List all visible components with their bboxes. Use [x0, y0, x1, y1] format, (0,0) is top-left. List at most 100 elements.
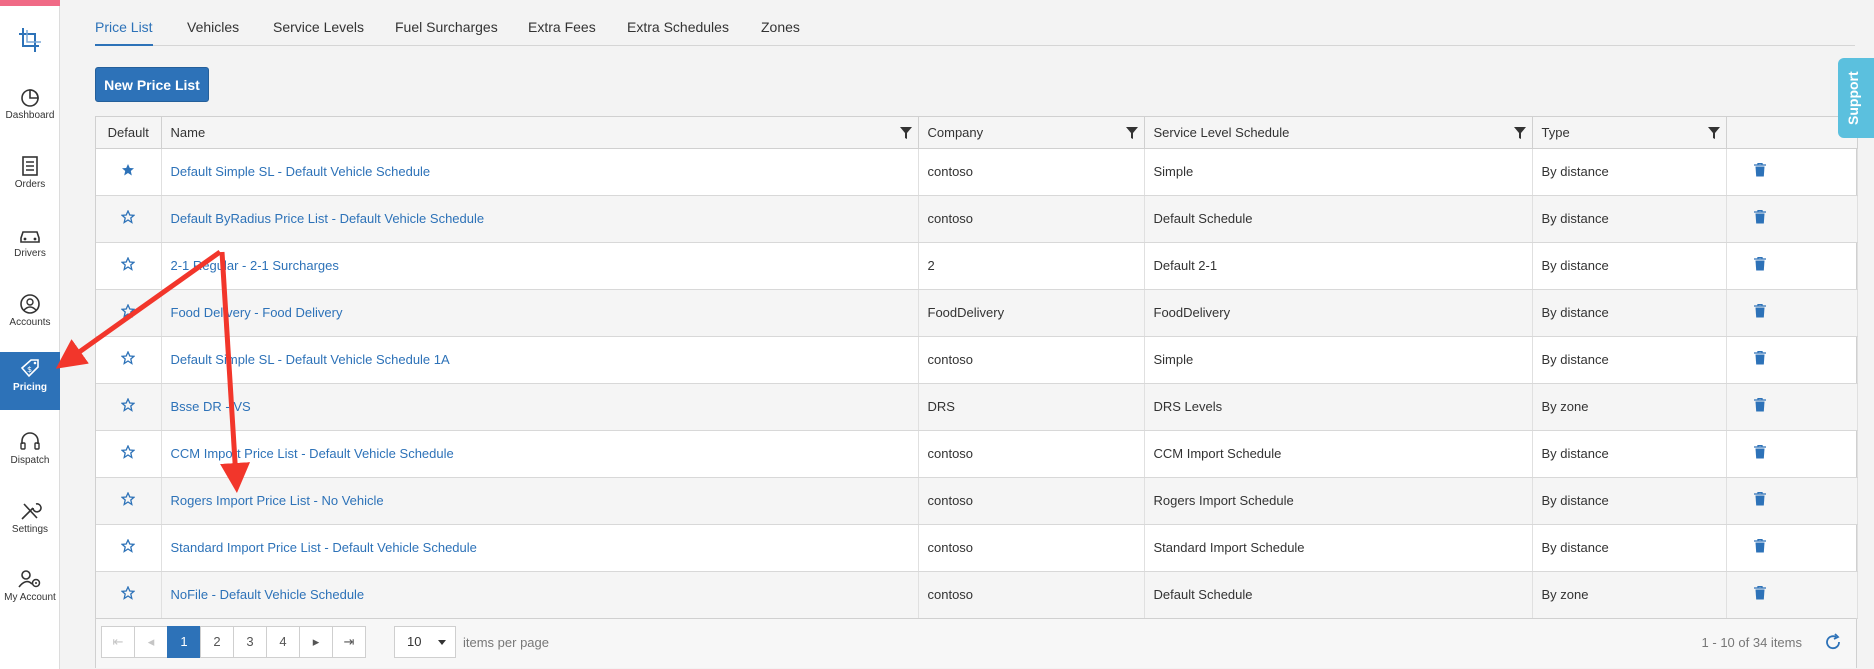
last-page-button[interactable]: ⇥	[332, 626, 366, 658]
cell-service-level-schedule: Standard Import Schedule	[1144, 524, 1533, 572]
cell-default	[96, 195, 162, 243]
trash-icon[interactable]	[1753, 539, 1766, 553]
nav-my-account[interactable]: My Account	[0, 562, 60, 620]
refresh-icon[interactable]	[1824, 633, 1842, 651]
prev-page-button[interactable]: ◂	[134, 626, 168, 658]
price-list-link[interactable]: Rogers Import Price List - No Vehicle	[171, 493, 384, 508]
sidebar-top-accent	[0, 0, 60, 6]
column-header-default[interactable]: Default	[96, 117, 162, 149]
table-row: Rogers Import Price List - No Vehicle con…	[96, 477, 1858, 525]
filter-icon[interactable]	[1707, 127, 1720, 139]
table-row: Bsse DR - VS DRS DRS Levels By zone	[96, 383, 1858, 431]
tab-extra-fees[interactable]: Extra Fees	[528, 19, 596, 35]
page-button-1[interactable]: 1	[167, 626, 201, 658]
filter-icon[interactable]	[1125, 127, 1138, 139]
tab-extra-schedules[interactable]: Extra Schedules	[627, 19, 729, 35]
tab-fuel-surcharges[interactable]: Fuel Surcharges	[395, 19, 498, 35]
trash-icon[interactable]	[1753, 210, 1766, 224]
trash-icon[interactable]	[1753, 586, 1766, 600]
trash-icon[interactable]	[1753, 163, 1766, 177]
page-button-4[interactable]: 4	[266, 626, 300, 658]
star-outline-icon[interactable]	[120, 350, 136, 365]
cell-name: Default ByRadius Price List - Default Ve…	[161, 195, 919, 243]
cell-default	[96, 383, 162, 431]
tab-price-list[interactable]: Price List	[95, 19, 153, 35]
nav-settings[interactable]: Settings	[0, 494, 60, 552]
price-list-link[interactable]: NoFile - Default Vehicle Schedule	[171, 587, 365, 602]
price-list-link[interactable]: Default Simple SL - Default Vehicle Sche…	[171, 164, 431, 179]
price-list-link[interactable]: Standard Import Price List - Default Veh…	[171, 540, 477, 555]
nav-label: Dispatch	[10, 455, 50, 466]
nav-orders[interactable]: Orders	[0, 149, 60, 207]
user-gear-icon	[18, 570, 41, 588]
column-header-company[interactable]: Company	[918, 117, 1145, 149]
table-row: Standard Import Price List - Default Veh…	[96, 524, 1858, 572]
price-list-link[interactable]: Default Simple SL - Default Vehicle Sche…	[171, 352, 450, 367]
star-outline-icon[interactable]	[120, 397, 136, 412]
table-body: Default Simple SL - Default Vehicle Sche…	[96, 148, 1858, 619]
tab-vehicles[interactable]: Vehicles	[187, 19, 239, 35]
table-row: Default Simple SL - Default Vehicle Sche…	[96, 148, 1858, 196]
car-icon	[20, 231, 40, 243]
page-button-2[interactable]: 2	[200, 626, 234, 658]
cell-default	[96, 242, 162, 290]
price-list-link[interactable]: Default ByRadius Price List - Default Ve…	[171, 211, 485, 226]
trash-icon[interactable]	[1753, 351, 1766, 365]
filter-icon[interactable]	[899, 127, 912, 139]
cell-name: Default Simple SL - Default Vehicle Sche…	[161, 336, 919, 384]
filter-icon[interactable]	[1513, 127, 1526, 139]
nav-dashboard[interactable]: Dashboard	[0, 80, 60, 138]
support-label: Support	[1845, 71, 1861, 125]
price-list-link[interactable]: CCM Import Price List - Default Vehicle …	[171, 446, 454, 461]
trash-icon[interactable]	[1753, 257, 1766, 271]
column-header-service-level-schedule[interactable]: Service Level Schedule	[1144, 117, 1533, 149]
cell-name: CCM Import Price List - Default Vehicle …	[161, 430, 919, 478]
price-list-link[interactable]: Bsse DR - VS	[171, 399, 251, 414]
column-header-name[interactable]: Name	[161, 117, 919, 149]
cell-type: By zone	[1532, 571, 1727, 619]
nav-dispatch[interactable]: Dispatch	[0, 425, 60, 483]
cell-service-level-schedule: Default Schedule	[1144, 571, 1533, 619]
star-filled-icon[interactable]	[121, 163, 135, 177]
table-row: Food Delivery - Food Delivery FoodDeliver…	[96, 289, 1858, 337]
star-outline-icon[interactable]	[120, 444, 136, 459]
cell-company: contoso	[918, 195, 1145, 243]
star-outline-icon[interactable]	[120, 585, 136, 600]
column-header-type[interactable]: Type	[1532, 117, 1727, 149]
price-list-link[interactable]: Food Delivery - Food Delivery	[171, 305, 343, 320]
star-outline-icon[interactable]	[120, 491, 136, 506]
items-per-page-select[interactable]: 10	[394, 626, 456, 658]
next-page-button[interactable]: ▸	[299, 626, 333, 658]
new-price-list-button[interactable]: New Price List	[95, 67, 209, 102]
cell-type: By zone	[1532, 383, 1727, 431]
support-tab[interactable]: Support	[1838, 58, 1874, 138]
cell-service-level-schedule: Default Schedule	[1144, 195, 1533, 243]
svg-text:$: $	[27, 365, 32, 374]
trash-icon[interactable]	[1753, 304, 1766, 318]
cell-default	[96, 148, 162, 196]
tab-service-levels[interactable]: Service Levels	[273, 19, 364, 35]
cell-actions	[1726, 289, 1858, 337]
nav-drivers[interactable]: Drivers	[0, 218, 60, 276]
trash-icon[interactable]	[1753, 492, 1766, 506]
cell-default	[96, 430, 162, 478]
page-button-3[interactable]: 3	[233, 626, 267, 658]
cell-actions	[1726, 336, 1858, 384]
trash-icon[interactable]	[1753, 445, 1766, 459]
tab-zones[interactable]: Zones	[761, 19, 800, 35]
first-page-button[interactable]: ⇤	[101, 626, 135, 658]
cell-service-level-schedule: FoodDelivery	[1144, 289, 1533, 337]
trash-icon[interactable]	[1753, 398, 1766, 412]
price-list-grid: Default Name Company Service Level Sched…	[95, 116, 1858, 668]
nav-pricing[interactable]: $ Pricing	[0, 352, 60, 410]
cell-actions	[1726, 430, 1858, 478]
nav-accounts[interactable]: Accounts	[0, 287, 60, 345]
star-outline-icon[interactable]	[120, 538, 136, 553]
star-outline-icon[interactable]	[120, 256, 136, 271]
star-outline-icon[interactable]	[120, 303, 136, 318]
star-outline-icon[interactable]	[120, 209, 136, 224]
nav-label: Dashboard	[5, 110, 55, 121]
cell-company: contoso	[918, 336, 1145, 384]
price-list-link[interactable]: 2-1 Regular - 2-1 Surcharges	[171, 258, 339, 273]
active-tab-indicator	[95, 44, 153, 46]
